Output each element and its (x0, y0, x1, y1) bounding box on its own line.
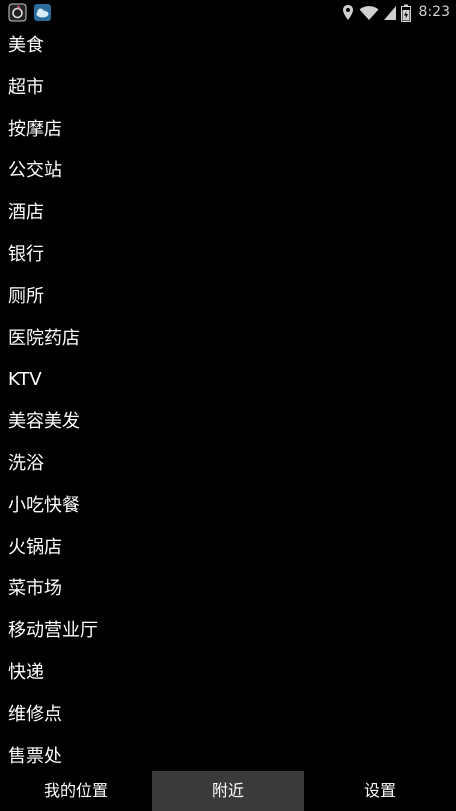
category-item[interactable]: 公交站 (0, 150, 456, 192)
tab-settings[interactable]: 设置 (304, 771, 456, 811)
category-item[interactable]: 银行 (0, 234, 456, 276)
category-item[interactable]: 洗浴 (0, 443, 456, 485)
category-item[interactable]: 厕所 (0, 276, 456, 318)
category-item[interactable]: 移动营业厅 (0, 610, 456, 652)
category-item[interactable]: 按摩店 (0, 109, 456, 151)
weather-notification-icon (34, 4, 51, 21)
battery-icon (400, 4, 411, 22)
category-item[interactable]: 维修点 (0, 694, 456, 736)
category-item[interactable]: KTV (0, 359, 456, 401)
category-item[interactable]: 快递 (0, 652, 456, 694)
notification-area (8, 3, 52, 22)
category-item[interactable]: 小吃快餐 (0, 485, 456, 527)
clock: 8:23 (418, 4, 450, 20)
wifi-icon (359, 5, 379, 20)
category-item[interactable]: 售票处 (0, 736, 456, 771)
location-icon (342, 5, 353, 20)
bottom-tab-bar: 我的位置 附近 设置 (0, 771, 456, 811)
category-item[interactable]: 菜市场 (0, 568, 456, 610)
category-item[interactable]: 医院药店 (0, 318, 456, 360)
category-list: 美食 超市 按摩店 公交站 酒店 银行 厕所 医院药店 KTV 美容美发 洗浴 … (0, 25, 456, 771)
category-item[interactable]: 超市 (0, 67, 456, 109)
system-status-area: 8:23 (342, 2, 450, 23)
category-item[interactable]: 火锅店 (0, 527, 456, 569)
category-item[interactable]: 美食 (0, 25, 456, 67)
signal-icon (383, 5, 396, 20)
tab-my-location[interactable]: 我的位置 (0, 771, 152, 811)
tab-nearby[interactable]: 附近 (152, 771, 304, 811)
status-bar: 8:23 (0, 0, 456, 25)
category-item[interactable]: 酒店 (0, 192, 456, 234)
category-item[interactable]: 美容美发 (0, 401, 456, 443)
app-notification-icon (8, 3, 27, 22)
